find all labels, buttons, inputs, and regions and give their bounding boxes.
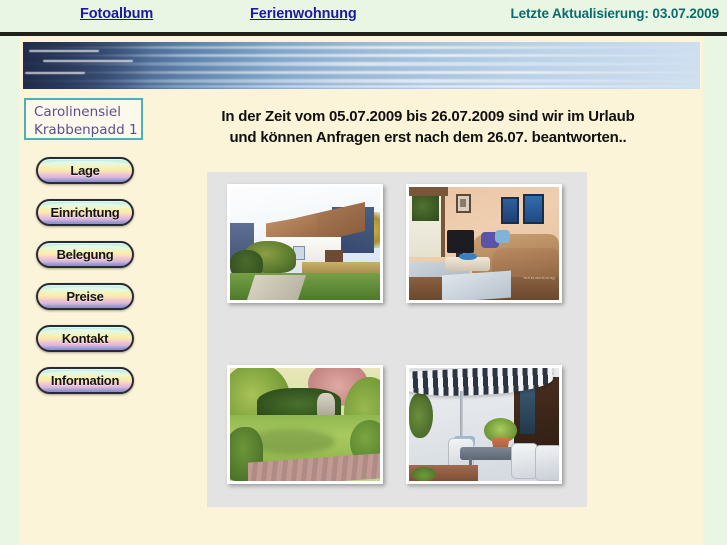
top-navigation-bar: Fotoalbum Ferienwohnung Letzte Aktualisi… xyxy=(0,0,727,32)
banner-streak-1 xyxy=(29,50,99,52)
terrace-chair-3 xyxy=(535,444,559,481)
sidebar-item-label: Preise xyxy=(66,289,104,304)
terrace-ivy xyxy=(409,392,433,439)
announcement-line-2: und können Anfragen erst nach dem 26.07.… xyxy=(229,129,627,146)
banner-streak-3 xyxy=(25,72,85,74)
photo-garden-content xyxy=(230,368,380,481)
sidebar-item-information[interactable]: Information xyxy=(36,367,134,394)
photo-living-room[interactable]: ferienwohnung xyxy=(406,184,562,303)
sidebar-navigation: Lage Einrichtung Belegung Preise Kontakt… xyxy=(36,157,146,409)
terrace-door-glass xyxy=(520,386,535,434)
vacation-announcement: In der Zeit vom 05.07.2009 bis 26.07.200… xyxy=(152,106,704,148)
sidebar-item-einrichtung[interactable]: Einrichtung xyxy=(36,199,134,226)
terrace-chair-2 xyxy=(511,442,538,479)
living-blue-artwork-2 xyxy=(523,193,544,225)
last-update-status: Letzte Aktualisierung: 03.07.2009 xyxy=(510,6,719,21)
sidebar-item-label: Lage xyxy=(70,163,100,178)
sea-banner-image xyxy=(23,42,700,89)
sidebar-item-preise[interactable]: Preise xyxy=(36,283,134,310)
banner-streak-2 xyxy=(43,60,133,62)
sidebar-item-lage[interactable]: Lage xyxy=(36,157,134,184)
living-picture-frame xyxy=(455,193,471,213)
photo-house-content xyxy=(230,187,380,300)
address-card: Carolinensiel Krabbenpadd 1 xyxy=(24,98,143,140)
announcement-line-1: In der Zeit vom 05.07.2009 bis 26.07.200… xyxy=(221,108,635,125)
nav-link-fotoalbum[interactable]: Fotoalbum xyxy=(80,6,153,22)
photo-terrace-content xyxy=(409,368,559,481)
living-foreground-surface xyxy=(442,270,511,300)
terrace-grass-tuft xyxy=(412,467,436,481)
living-cushion-blue xyxy=(494,229,510,244)
living-window-frame xyxy=(409,187,448,197)
sidebar-item-label: Kontakt xyxy=(61,331,109,346)
sidebar-item-kontakt[interactable]: Kontakt xyxy=(36,325,134,352)
photo-garden[interactable] xyxy=(227,365,383,484)
photo-gallery-panel: ferienwohnung xyxy=(207,172,587,507)
photo-terrace[interactable] xyxy=(406,365,562,484)
photo-watermark: ferienwohnung xyxy=(523,274,555,280)
sidebar-item-label: Einrichtung xyxy=(50,205,120,220)
sidebar-item-label: Information xyxy=(50,373,120,388)
photo-house[interactable] xyxy=(227,184,383,303)
address-line-street: Krabbenpadd 1 xyxy=(34,122,138,138)
house-path xyxy=(246,275,307,300)
living-television xyxy=(446,229,474,253)
photo-living-content: ferienwohnung xyxy=(409,187,559,300)
nav-link-ferienwohnung[interactable]: Ferienwohnung xyxy=(250,6,357,22)
address-line-town: Carolinensiel xyxy=(34,104,121,120)
header-divider-rule xyxy=(0,32,727,36)
sidebar-item-label: Belegung xyxy=(56,247,114,262)
living-blue-artwork-1 xyxy=(500,197,519,225)
living-blue-bowl xyxy=(458,252,477,261)
garden-stone-feature xyxy=(317,392,335,418)
sidebar-item-belegung[interactable]: Belegung xyxy=(36,241,134,268)
